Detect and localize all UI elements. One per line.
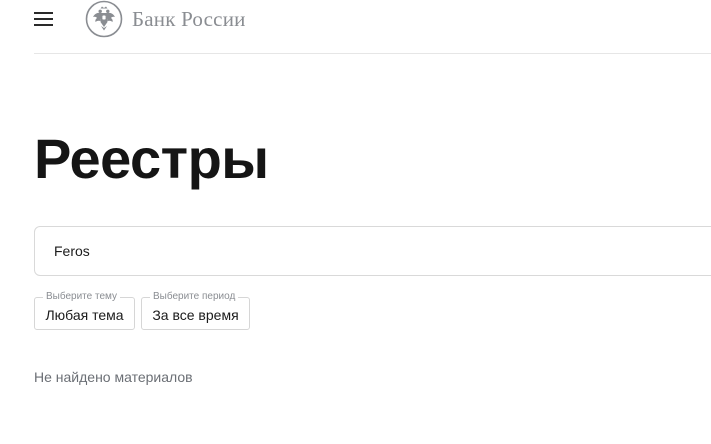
header-divider <box>34 53 711 54</box>
empty-results-message: Не найдено материалов <box>34 369 193 385</box>
menu-icon-bar <box>34 24 53 26</box>
search-box[interactable] <box>34 226 711 276</box>
topic-filter-legend: Выберите тему <box>43 291 121 303</box>
period-filter-value: За все время <box>152 307 239 323</box>
period-filter[interactable]: Выберите период За все время <box>141 291 250 330</box>
menu-icon-bar <box>34 12 53 14</box>
search-input[interactable] <box>54 227 694 275</box>
eagle-emblem-icon <box>85 0 123 38</box>
logo-text: Банк России <box>132 6 246 31</box>
menu-icon[interactable] <box>34 12 54 26</box>
topic-filter[interactable]: Выберите тему Любая тема <box>34 291 135 330</box>
logo-link[interactable]: Банк России <box>85 0 246 38</box>
topic-filter-value: Любая тема <box>45 307 124 323</box>
page-title: Реестры <box>34 127 269 190</box>
period-filter-legend: Выберите период <box>150 291 239 303</box>
menu-icon-bar <box>34 18 53 20</box>
